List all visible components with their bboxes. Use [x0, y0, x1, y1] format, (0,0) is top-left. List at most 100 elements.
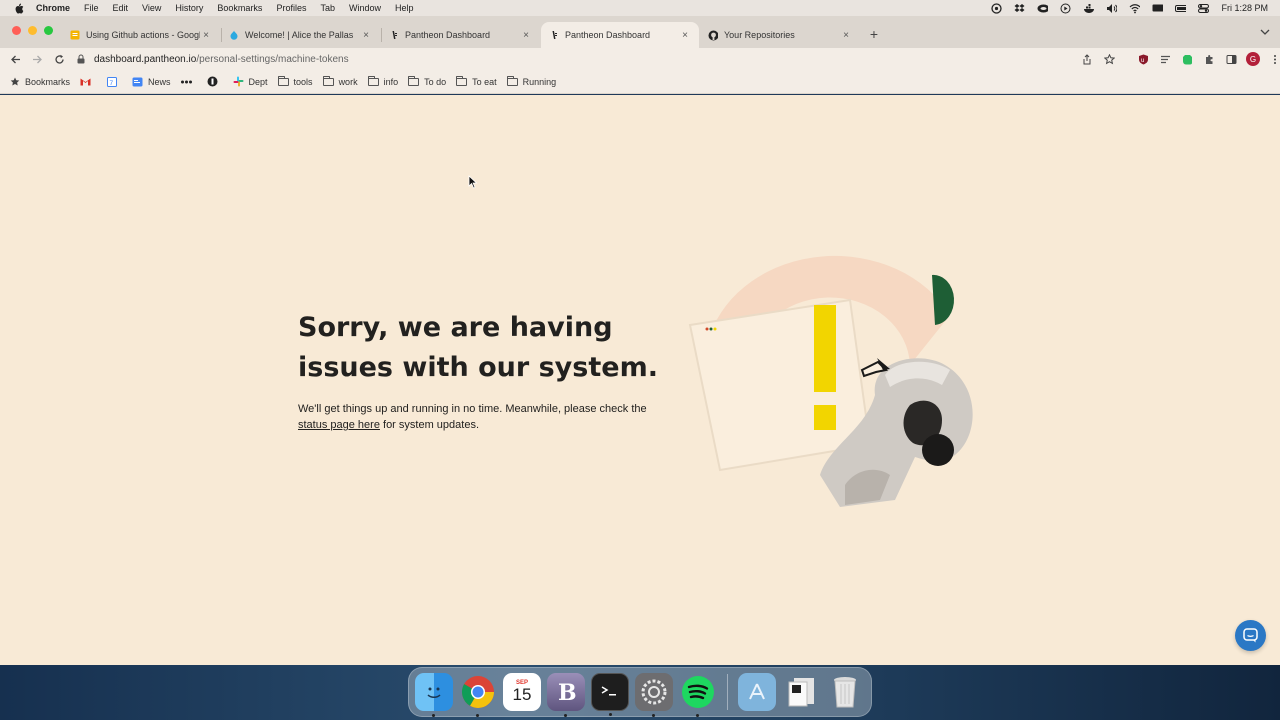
bookmark-folder-info[interactable]: info [367, 75, 398, 87]
error-message-end: for system updates. [379, 419, 479, 431]
minimize-window-button[interactable] [28, 26, 37, 35]
bookmark-label: Bookmarks [25, 76, 71, 87]
browser-toolbar: dashboard.pantheon.io/personal-settings/… [0, 48, 1280, 70]
battery-icon[interactable] [1175, 3, 1187, 14]
profile-avatar[interactable]: G [1246, 52, 1260, 66]
macos-dock: SEP 15 B [408, 667, 872, 717]
appstore-folder-icon[interactable] [738, 673, 776, 711]
menu-profiles[interactable]: Profiles [276, 3, 306, 13]
address-bar[interactable]: dashboard.pantheon.io/personal-settings/… [74, 49, 1124, 69]
folder-icon [408, 75, 420, 87]
menu-app-name[interactable]: Chrome [36, 3, 70, 13]
terminal-icon[interactable] [591, 673, 629, 716]
running-indicator [476, 714, 479, 717]
tab-close-icon[interactable]: × [840, 30, 852, 41]
news-icon [132, 76, 143, 87]
url-host: dashboard.pantheon.io [94, 53, 197, 65]
extensions-puzzle-icon[interactable] [1202, 52, 1216, 66]
bookmark-folder-tools[interactable]: tools [277, 75, 313, 87]
calendar-app-icon[interactable]: SEP 15 [503, 673, 541, 711]
url-path: /personal-settings/machine-tokens [196, 53, 349, 65]
calendar-day: 15 [512, 685, 532, 704]
lock-icon[interactable] [74, 54, 88, 64]
bookmark-label: To do [424, 76, 447, 87]
forward-button[interactable] [26, 48, 48, 70]
chat-icon [1243, 628, 1258, 643]
new-tab-button[interactable]: + [866, 26, 882, 42]
error-message: We'll get things up and running in no ti… [298, 401, 678, 433]
bookmark-dept[interactable]: Dept [233, 76, 268, 87]
running-indicator [432, 714, 435, 717]
menu-extras: Fri 1:28 PM [991, 2, 1268, 14]
list-extension-icon[interactable] [1158, 52, 1172, 66]
shield-extension-icon[interactable]: u [1136, 52, 1150, 66]
error-headline: Sorry, we are having issues with our sys… [298, 312, 658, 383]
volume-icon[interactable] [1106, 3, 1118, 14]
bookmark-folder-work[interactable]: work [322, 75, 358, 87]
control-center-icon[interactable] [1198, 3, 1210, 14]
folder-icon [456, 75, 468, 87]
status-app-icon[interactable] [991, 2, 1003, 14]
back-button[interactable] [4, 48, 26, 70]
share-icon[interactable] [1080, 52, 1094, 66]
bookmark-gmail[interactable] [80, 76, 96, 87]
play-icon[interactable] [1060, 3, 1071, 14]
bookmark-all-bookmarks[interactable]: Bookmarks [9, 76, 70, 87]
menu-clock[interactable]: Fri 1:28 PM [1221, 3, 1268, 13]
dock-separator [727, 674, 728, 710]
apple-menu-icon[interactable] [12, 3, 26, 14]
tab-pantheon-dashboard-active[interactable]: Pantheon Dashboard × [541, 22, 699, 48]
bookmarks-bar: Bookmarks 7 News Dept tools work info To… [0, 70, 1280, 94]
dropbox-icon[interactable] [1014, 3, 1025, 14]
tab-close-icon[interactable]: × [200, 30, 212, 41]
docker-icon[interactable] [1083, 3, 1095, 14]
support-chat-button[interactable] [1235, 620, 1266, 651]
finder-icon[interactable] [415, 673, 453, 717]
pantheon-icon [549, 30, 559, 40]
more-menu-icon[interactable] [1268, 52, 1280, 66]
github-icon [708, 30, 718, 40]
tab-alice-the-pallas[interactable]: Welcome! | Alice the Pallas × [221, 22, 380, 48]
reload-button[interactable] [48, 48, 70, 70]
menu-help[interactable]: Help [395, 3, 414, 13]
close-window-button[interactable] [12, 26, 21, 35]
running-indicator [652, 714, 655, 717]
bookmark-calendar[interactable]: 7 [106, 76, 122, 87]
menu-view[interactable]: View [142, 3, 161, 13]
trash-icon[interactable] [826, 673, 864, 711]
status-page-link[interactable]: status page here [298, 419, 380, 431]
system-settings-icon[interactable] [635, 673, 673, 717]
side-panel-icon[interactable] [1224, 52, 1238, 66]
zoom-window-button[interactable] [44, 26, 53, 35]
menu-tab[interactable]: Tab [320, 3, 335, 13]
menu-edit[interactable]: Edit [113, 3, 129, 13]
spotify-icon[interactable] [679, 673, 717, 717]
bookmark-folder-to-eat[interactable]: To eat [456, 75, 497, 87]
documents-icon[interactable] [782, 673, 820, 711]
bookmark-dots[interactable] [180, 76, 197, 87]
menu-window[interactable]: Window [349, 3, 381, 13]
bookmark-star-icon[interactable] [1102, 52, 1116, 66]
tab-pantheon-dashboard[interactable]: Pantheon Dashboard × [381, 22, 540, 48]
wifi-icon[interactable] [1129, 3, 1141, 14]
bbedit-icon[interactable]: B [547, 673, 585, 717]
bookmark-circle-logo[interactable] [207, 76, 223, 87]
cloud-app-icon[interactable] [1037, 3, 1049, 14]
bookmark-folder-to-do[interactable]: To do [408, 75, 447, 87]
menu-file[interactable]: File [84, 3, 99, 13]
tab-close-icon[interactable]: × [520, 30, 532, 41]
chrome-icon[interactable] [459, 673, 497, 717]
error-illustration [688, 255, 973, 507]
evernote-extension-icon[interactable] [1180, 52, 1194, 66]
tab-search-icon[interactable] [1260, 28, 1270, 38]
tab-your-repositories[interactable]: Your Repositories × [700, 22, 860, 48]
menu-history[interactable]: History [175, 3, 203, 13]
screen-icon[interactable] [1152, 3, 1164, 14]
bookmark-folder-running[interactable]: Running [506, 75, 556, 87]
menu-bookmarks[interactable]: Bookmarks [217, 3, 262, 13]
tab-close-icon[interactable]: × [679, 30, 691, 41]
tab-github-actions[interactable]: Using Github actions - Google × [62, 22, 220, 48]
bookmark-news[interactable]: News [132, 76, 171, 87]
tab-title: Welcome! | Alice the Pallas [245, 30, 354, 40]
tab-close-icon[interactable]: × [360, 30, 372, 41]
